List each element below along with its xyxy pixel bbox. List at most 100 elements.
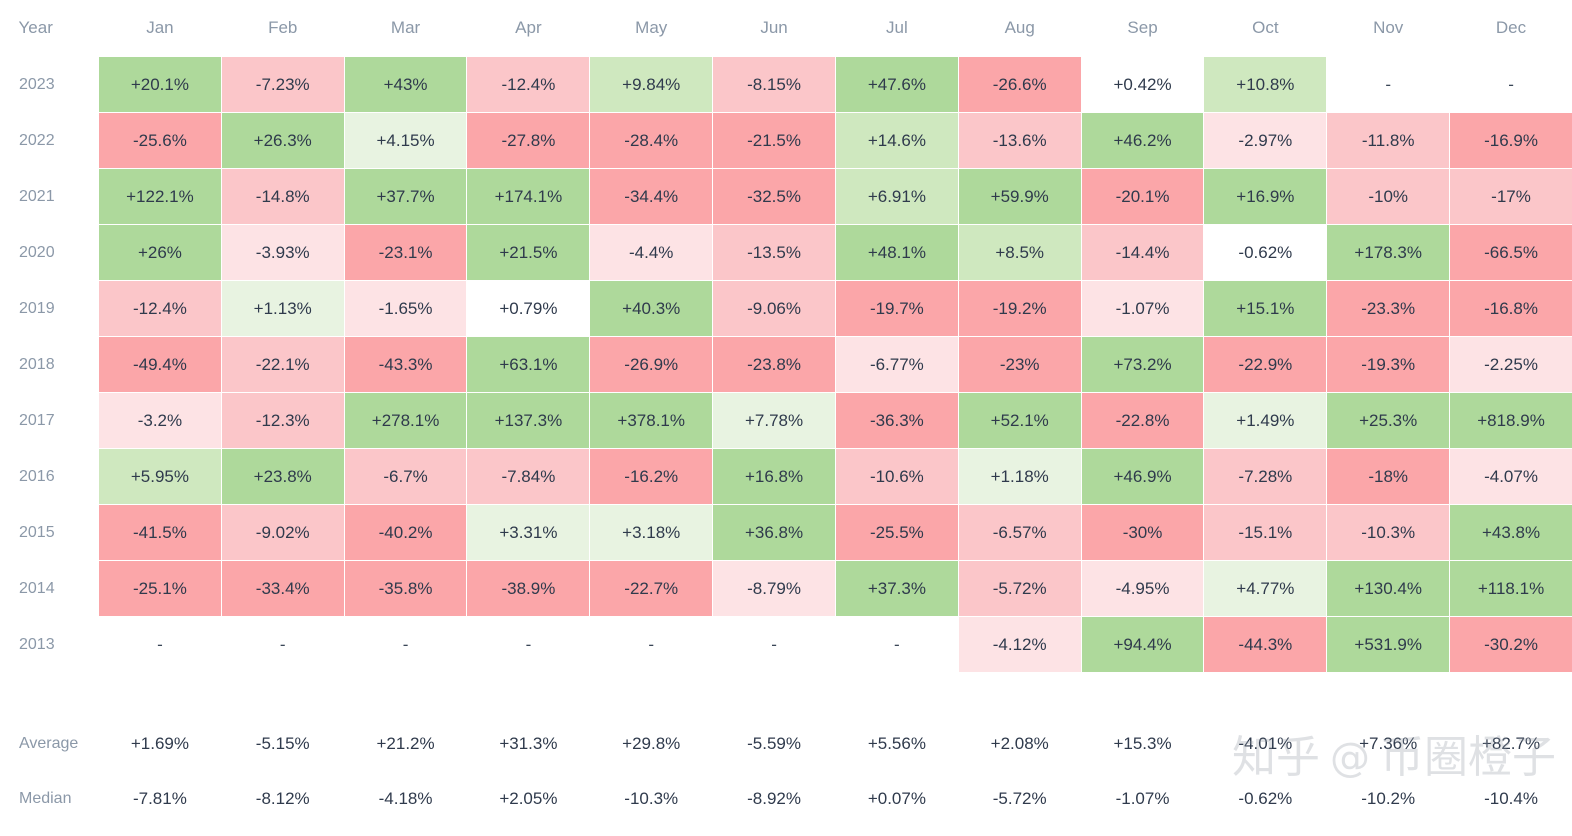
cell-2017-nov: +25.3% xyxy=(1326,392,1451,449)
cell-2019-may: +40.3% xyxy=(589,280,714,337)
cell-2023-jul: +47.6% xyxy=(834,56,959,113)
spacer-cell xyxy=(0,672,99,717)
cell-2014-apr: -38.9% xyxy=(466,560,591,617)
stats-average-aug: +2.08% xyxy=(957,716,1082,772)
cell-2021-nov: -10% xyxy=(1326,168,1451,225)
column-header-dec: Dec xyxy=(1449,0,1572,57)
table-row: 2016 +5.95% +23.8% -6.7% -7.84% -16.2% +16.8% -… xyxy=(0,448,1572,505)
cell-2023-aug: -26.6% xyxy=(957,56,1082,113)
table-row: 2013- - - - - - - -4.12% +94.4% -44.3% +531.9% -30.… xyxy=(0,616,1572,673)
stats-median-mar: -4.18% xyxy=(343,771,468,827)
row-label-year: 2018 xyxy=(0,336,99,393)
cell-2018-jun: -23.8% xyxy=(712,336,836,393)
cell-2016-may: -16.2% xyxy=(589,448,714,505)
cell-2023-may: +9.84% xyxy=(589,56,714,113)
cell-2019-sep: -1.07% xyxy=(1080,280,1205,337)
stats-average-mar: +21.2% xyxy=(343,716,468,772)
cell-2017-mar: +278.1% xyxy=(343,392,468,449)
row-label-year: 2022 xyxy=(0,112,99,169)
cell-2015-jan: -41.5% xyxy=(98,504,222,561)
cell-2020-apr: +21.5% xyxy=(466,224,591,281)
column-header-jun: Jun xyxy=(712,0,836,57)
row-label-year: 2017 xyxy=(0,392,99,449)
header-row: Year Jan Feb Mar Apr May Jun Jul Aug Sep Oct Nov De… xyxy=(0,0,1572,57)
cell-2015-aug: -6.57% xyxy=(957,504,1082,561)
column-header-mar: Mar xyxy=(344,0,467,57)
spacer-cell xyxy=(343,672,468,717)
cell-2022-oct: -2.97% xyxy=(1203,112,1328,169)
cell-2017-jun: +7.78% xyxy=(712,392,836,449)
cell-2022-nov: -11.8% xyxy=(1326,112,1451,169)
cell-2018-feb: -22.1% xyxy=(220,336,345,393)
cell-2023-sep: +0.42% xyxy=(1080,56,1205,113)
cell-2022-jun: -21.5% xyxy=(712,112,836,169)
cell-2021-dec: -17% xyxy=(1449,168,1572,225)
cell-2022-apr: -27.8% xyxy=(466,112,591,169)
table-row: 2021 +122.1% -14.8% +37.7% +174.1% -34.4% -32.… xyxy=(0,168,1572,225)
stats-average-jan: +1.69% xyxy=(98,716,222,772)
cell-2021-oct: +16.9% xyxy=(1203,168,1328,225)
cell-2014-sep: -4.95% xyxy=(1080,560,1205,617)
cell-2020-mar: -23.1% xyxy=(343,224,468,281)
table-row: 2019 -12.4% +1.13% -1.65% +0.79% +40.3% -9.06%… xyxy=(0,280,1572,337)
cell-2016-jan: +5.95% xyxy=(98,448,222,505)
cell-2020-jan: +26% xyxy=(98,224,222,281)
cell-2021-mar: +37.7% xyxy=(343,168,468,225)
cell-2013-oct: -44.3% xyxy=(1203,616,1328,673)
cell-2015-mar: -40.2% xyxy=(343,504,468,561)
cell-2020-dec: -66.5% xyxy=(1449,224,1572,281)
cell-2017-sep: -22.8% xyxy=(1080,392,1205,449)
cell-2019-dec: -16.8% xyxy=(1449,280,1572,337)
cell-2013-sep: +94.4% xyxy=(1080,616,1205,673)
cell-2019-apr: +0.79% xyxy=(466,280,591,337)
stats-median-sep: -1.07% xyxy=(1080,771,1205,827)
cell-2019-oct: +15.1% xyxy=(1203,280,1328,337)
cell-2018-apr: +63.1% xyxy=(466,336,591,393)
cell-2013-jun: - xyxy=(712,616,836,673)
cell-2017-aug: +52.1% xyxy=(957,392,1082,449)
cell-2019-jun: -9.06% xyxy=(712,280,836,337)
cell-2016-dec: -4.07% xyxy=(1449,448,1572,505)
cell-2017-oct: +1.49% xyxy=(1203,392,1328,449)
stats-average-apr: +31.3% xyxy=(466,716,591,772)
column-header-nov: Nov xyxy=(1326,0,1450,57)
cell-2015-may: +3.18% xyxy=(589,504,714,561)
cell-2019-feb: +1.13% xyxy=(220,280,345,337)
cell-2014-jun: -8.79% xyxy=(712,560,836,617)
cell-2023-jun: -8.15% xyxy=(712,56,836,113)
cell-2015-nov: -10.3% xyxy=(1326,504,1451,561)
stats-average-sep: +15.3% xyxy=(1080,716,1205,772)
column-header-jan: Jan xyxy=(98,0,222,57)
cell-2018-may: -26.9% xyxy=(589,336,714,393)
column-header-oct: Oct xyxy=(1203,0,1327,57)
cell-2022-jul: +14.6% xyxy=(834,112,959,169)
cell-2013-mar: - xyxy=(343,616,468,673)
row-label-year: 2021 xyxy=(0,168,99,225)
cell-2014-dec: +118.1% xyxy=(1449,560,1572,617)
cell-2021-sep: -20.1% xyxy=(1080,168,1205,225)
cell-2013-feb: - xyxy=(220,616,345,673)
stats-label-median: Median xyxy=(0,771,99,827)
cell-2023-jan: +20.1% xyxy=(98,56,222,113)
spacer-cell xyxy=(1080,672,1205,717)
spacer-cell xyxy=(98,672,222,717)
table-row: 2015 -41.5% -9.02% -40.2% +3.31% +3.18% +36.8%… xyxy=(0,504,1572,561)
cell-2017-feb: -12.3% xyxy=(220,392,345,449)
spacer-cell xyxy=(1203,672,1328,717)
table-row: 2022 -25.6% +26.3% +4.15% -27.8% -28.4% -21.5%… xyxy=(0,112,1572,169)
cell-2023-dec: - xyxy=(1449,56,1572,113)
cell-2019-mar: -1.65% xyxy=(343,280,468,337)
stats-average-feb: -5.15% xyxy=(220,716,345,772)
table-row: 2020 +26% -3.93% -23.1% +21.5% -4.4% -13.5% +48… xyxy=(0,224,1572,281)
cell-2015-dec: +43.8% xyxy=(1449,504,1572,561)
cell-2014-jan: -25.1% xyxy=(98,560,222,617)
column-header-apr: Apr xyxy=(466,0,590,57)
cell-2018-oct: -22.9% xyxy=(1203,336,1328,393)
cell-2022-sep: +46.2% xyxy=(1080,112,1205,169)
cell-2015-sep: -30% xyxy=(1080,504,1205,561)
cell-2013-aug: -4.12% xyxy=(957,616,1082,673)
cell-2015-feb: -9.02% xyxy=(220,504,345,561)
stats-average-jun: -5.59% xyxy=(712,716,836,772)
cell-2017-jan: -3.2% xyxy=(98,392,222,449)
cell-2016-mar: -6.7% xyxy=(343,448,468,505)
